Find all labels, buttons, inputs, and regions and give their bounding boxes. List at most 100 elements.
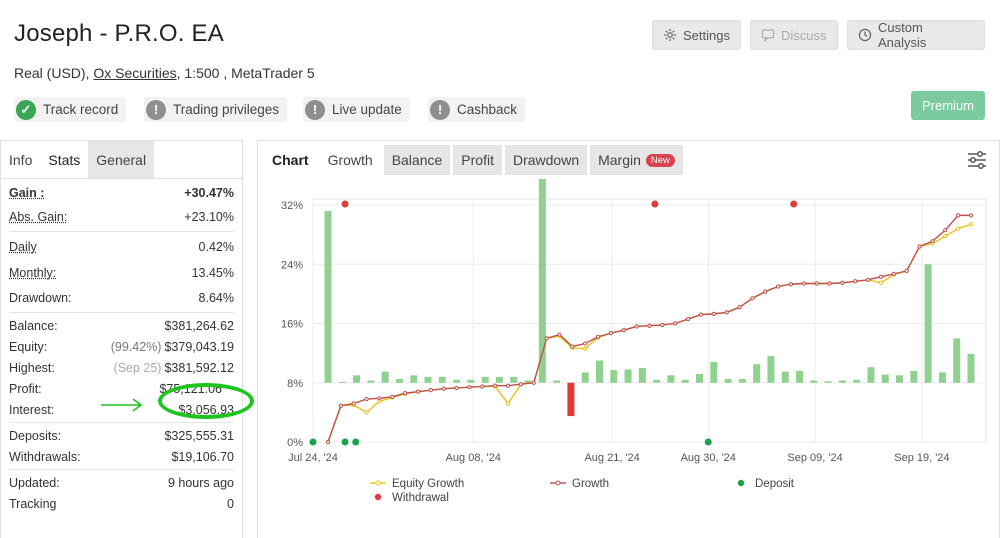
growth-point [505, 383, 511, 388]
equity-growth-point [505, 401, 511, 406]
legend-label: Growth [572, 478, 609, 490]
premium-button[interactable]: Premium [911, 91, 985, 120]
growth-point [634, 324, 639, 329]
growth-point [531, 380, 536, 385]
tab-growth[interactable]: Growth [319, 145, 381, 175]
stat-label[interactable]: Abs. Gain: [9, 210, 67, 224]
gear-icon [664, 29, 676, 41]
tab-general[interactable]: General [88, 141, 155, 178]
legend-point-marker [555, 480, 561, 486]
tab-margin[interactable]: Margin New [590, 145, 683, 175]
growth-point [904, 268, 909, 274]
legend-point-marker [375, 480, 381, 486]
check-icon: ✓ [16, 99, 36, 120]
growth-bar [838, 380, 846, 383]
growth-bar [881, 374, 889, 383]
tab-info[interactable]: Info [1, 141, 40, 178]
x-tick-label: Sep 19, '24 [894, 452, 949, 464]
growth-bar [938, 372, 946, 383]
stat-value: $379,043.19 [164, 339, 234, 354]
y-tick-label: 32% [281, 200, 303, 212]
growth-point [493, 383, 498, 388]
growth-point [788, 282, 794, 287]
equity-growth-point [583, 346, 588, 351]
deposits-group: Deposits: $325,555.31 Withdrawals: $19,106… [9, 423, 234, 470]
track-record-badge[interactable]: ✓ Track record [14, 97, 127, 122]
tab-stats[interactable]: Stats [40, 141, 88, 178]
stat-label[interactable]: Daily [9, 240, 37, 254]
tab-balance[interactable]: Balance [383, 145, 451, 175]
growth-point [608, 331, 614, 336]
stat-row-gain: Gain : +30.47% [9, 181, 234, 205]
stat-row-updated: Updated: 9 hours ago [9, 472, 234, 493]
tab-chart: Chart [272, 152, 309, 168]
stat-label: Profit: [9, 381, 42, 396]
growth-point [428, 388, 433, 393]
growth-bar [824, 381, 832, 383]
stat-value: $381,264.62 [164, 318, 234, 333]
growth-point [827, 281, 832, 286]
y-tick-label: 16% [281, 319, 303, 331]
growth-point [621, 328, 626, 333]
growth-bar [353, 375, 361, 383]
tab-drawdown[interactable]: Drawdown [504, 145, 588, 175]
filter-settings-icon[interactable] [967, 150, 987, 170]
stat-row-daily: Daily 0.42% [9, 234, 234, 260]
stat-value: $381,592.12 [164, 360, 234, 375]
broker-link[interactable]: Ox Securities [93, 65, 176, 81]
growth-point [467, 385, 472, 390]
stat-value: +30.47% [184, 186, 234, 200]
exclamation-icon: ! [305, 99, 325, 120]
x-tick-label: Aug 08, '24 [446, 452, 501, 464]
custom-analysis-button[interactable]: Custom Analysis [847, 20, 985, 50]
cashback-label: Cashback [457, 102, 518, 117]
growth-point [660, 322, 665, 328]
trading-privileges-badge[interactable]: ! Trading privileges [144, 97, 288, 122]
cashback-badge[interactable]: ! Cashback [428, 97, 526, 122]
growth-point [776, 284, 781, 289]
growth-bar [767, 356, 775, 383]
discuss-button[interactable]: Discuss [750, 20, 838, 50]
growth-point [956, 213, 961, 218]
growth-bar [495, 376, 503, 383]
account-type: Real (USD), [14, 65, 90, 81]
highest-date: (Sep 25) [113, 360, 162, 375]
stat-label[interactable]: Monthly: [9, 266, 56, 280]
legend-label: Deposit [755, 478, 795, 490]
stat-row-abs-gain: Abs. Gain: +23.10% [9, 205, 234, 229]
growth-bar [924, 264, 932, 383]
growth-bar [467, 379, 475, 383]
live-update-badge[interactable]: ! Live update [303, 97, 410, 122]
stats-tabs: Info Stats General [1, 141, 242, 179]
growth-point [351, 401, 356, 406]
growth-point [595, 334, 601, 339]
deposit-dot [309, 438, 317, 446]
settings-button[interactable]: Settings [652, 20, 741, 50]
stat-label[interactable]: Gain : [9, 186, 44, 200]
account-leverage: , 1:500 , MetaTrader 5 [176, 65, 315, 81]
growth-point [557, 332, 562, 337]
stats-list: Gain : +30.47% Abs. Gain: +23.10% Daily 0.4… [1, 179, 242, 516]
growth-point [917, 244, 922, 249]
growth-point [737, 305, 742, 310]
stat-label: Drawdown: [9, 290, 72, 305]
growth-bar [953, 338, 961, 383]
stat-row-balance: Balance: $381,264.62 [9, 315, 234, 336]
growth-point [480, 384, 485, 389]
growth-point [891, 271, 896, 276]
growth-point [750, 296, 755, 301]
chart-panel: Chart Growth Balance Profit Drawdown Mar… [257, 140, 1000, 538]
growth-bar [638, 367, 646, 383]
custom-analysis-label: Custom Analysis [877, 20, 927, 50]
growth-point [441, 386, 446, 391]
growth-bar [324, 210, 332, 383]
growth-bar [896, 375, 904, 383]
y-tick-label: 8% [287, 378, 303, 390]
growth-bar [724, 379, 732, 383]
growth-chart: 0% 8% 16% 24% 32% Jul 24, '24 Aug 08, '24 Aug 2… [281, 179, 987, 504]
tab-profit[interactable]: Profit [453, 145, 502, 175]
track-record-label: Track record [43, 102, 119, 117]
page-title: Joseph - P.R.O. EA [14, 20, 224, 47]
stat-row-drawdown: Drawdown: 8.64% [9, 285, 234, 310]
growth-bar [967, 353, 975, 383]
